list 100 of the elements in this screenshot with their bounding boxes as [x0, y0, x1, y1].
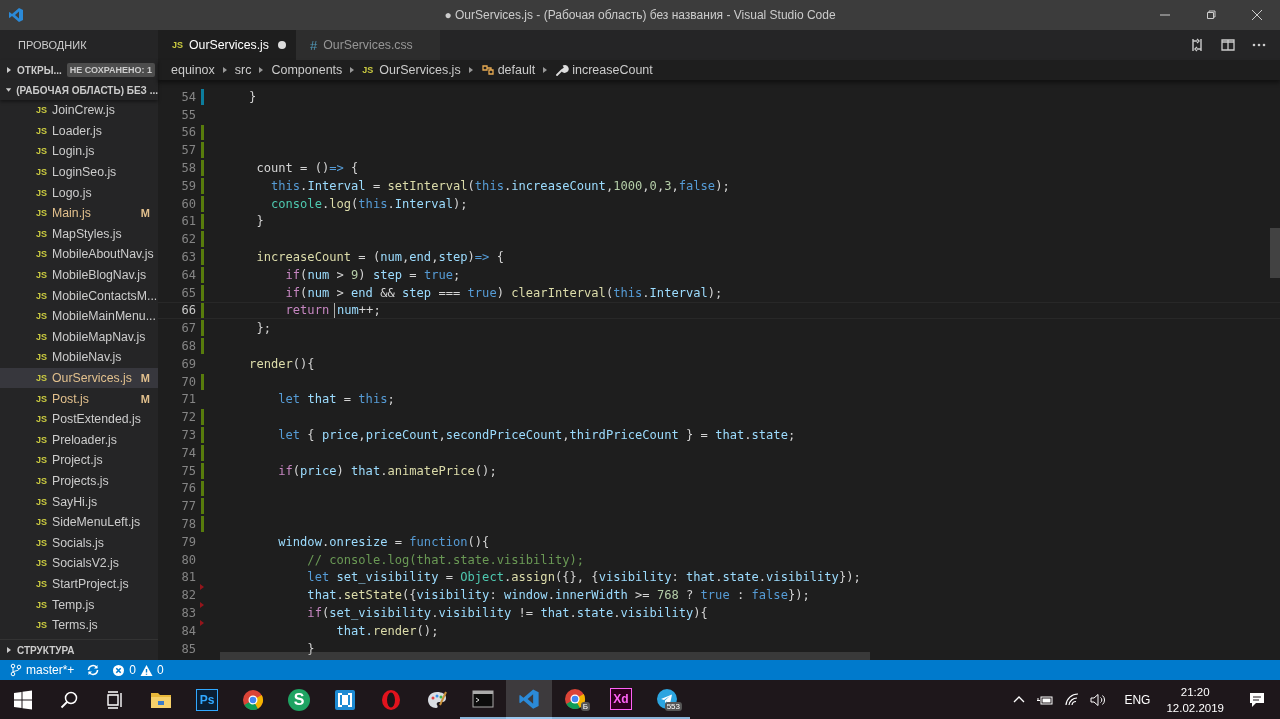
file-item[interactable]: JS Post.js M — [0, 388, 158, 409]
editor-tab[interactable]: JS OurServices.js — [158, 30, 296, 60]
line-number: 75 — [180, 463, 196, 478]
file-item[interactable]: JS StartProject.js — [0, 573, 158, 595]
language-indicator[interactable]: ENG — [1124, 692, 1151, 707]
branch-icon — [10, 663, 22, 677]
outline-section[interactable]: СТРУКТУРА — [17, 644, 75, 656]
error-icon — [112, 663, 126, 677]
breadcrumb-item[interactable]: equinox — [171, 63, 215, 77]
code-line: }; — [255, 321, 271, 336]
code-line: } — [255, 214, 264, 229]
compare-changes-icon[interactable] — [1189, 37, 1205, 53]
line-number: 60 — [180, 196, 196, 211]
split-editor-icon[interactable] — [1220, 37, 1236, 53]
line-number: 72 — [180, 410, 196, 425]
breadcrumb-item[interactable]: JS OurServices.js — [362, 63, 461, 77]
line-number: 64 — [180, 267, 196, 282]
file-item[interactable]: JS Temp.js — [0, 594, 158, 615]
file-item[interactable]: JS SayHi.js — [0, 491, 158, 512]
code-line: if(price) that.animatePrice(); — [277, 463, 497, 478]
taskbar-app[interactable] — [506, 680, 552, 719]
file-item[interactable]: JS MobileAboutNav.js — [0, 244, 158, 265]
s-app-icon: S — [288, 688, 310, 711]
branch-status[interactable]: master*+ — [10, 663, 75, 677]
chevron-icon[interactable] — [5, 66, 13, 74]
code-line: that.render(); — [335, 623, 439, 638]
file-item[interactable]: JS MobileBlogNav.js — [0, 264, 158, 286]
code-line: render(){ — [248, 356, 315, 371]
code-line: that.setState({visibility: window.innerWidth >= 768 ? true : false}); — [306, 588, 810, 603]
chrome-icon — [564, 687, 586, 710]
code-line: } — [306, 641, 315, 656]
code-line: window.onresize = function(){ — [277, 534, 490, 549]
taskbar-app[interactable]: Б — [552, 680, 598, 719]
clock-date[interactable]: 12.02.2019 — [1166, 699, 1224, 716]
file-item[interactable]: JS Loader.js — [0, 120, 158, 142]
file-item[interactable]: JS SideMenuLeft.js — [0, 511, 158, 533]
file-item[interactable]: JS Terms.js — [0, 614, 158, 636]
photoshop-icon: Ps — [196, 688, 218, 711]
opera-icon — [380, 688, 402, 711]
chevron-icon[interactable] — [5, 646, 13, 654]
line-number: 82 — [180, 588, 196, 603]
taskbar-app[interactable]: Ps — [184, 680, 230, 719]
file-item[interactable]: JS MobileMainMenu... — [0, 305, 158, 327]
code-line: let that = this; — [277, 392, 395, 407]
line-number: 61 — [180, 214, 196, 229]
file-item[interactable]: JS PostExtended.js — [0, 408, 158, 430]
clock-time[interactable]: 21:20 — [1180, 683, 1210, 700]
line-number: 71 — [180, 392, 196, 407]
file-item[interactable]: JS JoinCrew.js — [0, 100, 158, 121]
brackets-icon — [334, 688, 356, 711]
file-item[interactable]: JS OurServices.js M — [0, 367, 158, 389]
window-title: ● OurServices.js - (Рабочая область) без названия - Visual Studio Code — [443, 8, 837, 22]
file-item[interactable]: JS MobileContactsM... — [0, 285, 158, 306]
explorer-title: ПРОВОДНИК — [17, 38, 88, 53]
file-item[interactable]: JS MobileNav.js — [0, 347, 158, 368]
restore-icon[interactable] — [1205, 9, 1217, 21]
editor-tab[interactable]: # OurServices.css — [296, 30, 440, 60]
breadcrumb-item[interactable]: Components — [271, 63, 343, 77]
vscode-icon — [518, 687, 540, 710]
line-number: 84 — [180, 623, 196, 638]
class-icon — [480, 63, 495, 77]
file-item[interactable]: JS Socials.js — [0, 532, 158, 554]
line-number: 65 — [180, 285, 196, 300]
file-item[interactable]: JS Login.js — [0, 141, 158, 162]
wifi-icon[interactable] — [1064, 692, 1081, 707]
line-number: 54 — [180, 89, 196, 104]
scrollbar-thumb[interactable] — [1270, 228, 1280, 278]
file-item[interactable]: JS Projects.js — [0, 470, 158, 492]
taskbar-app[interactable]: 553 — [644, 680, 690, 719]
open-editors-section[interactable]: ОТКРЫ... — [17, 64, 62, 76]
file-item[interactable]: JS Preloader.js — [0, 429, 158, 451]
line-number: 62 — [180, 232, 196, 247]
line-number: 55 — [180, 107, 196, 122]
breadcrumb-item[interactable]: increaseCount — [555, 63, 653, 77]
code-line: let set_visibility = Object.assign({}, {visibility: that.state.visibility}); — [306, 570, 861, 585]
code-line: increaseCount = (num,end,step)=> { — [255, 250, 504, 265]
sync-icon[interactable] — [86, 663, 101, 677]
breadcrumb-item[interactable]: src — [234, 63, 252, 77]
file-item[interactable]: JS Project.js — [0, 450, 158, 471]
line-number: 80 — [180, 552, 196, 567]
file-item[interactable]: JS SocialsV2.js — [0, 553, 158, 574]
breadcrumb-item[interactable]: default — [480, 63, 536, 77]
warning-icon — [140, 663, 154, 677]
chevron-icon[interactable] — [4, 86, 13, 94]
close-icon[interactable] — [1251, 9, 1263, 21]
problems-status[interactable]: 0 0 — [112, 663, 164, 677]
code-line: if(num > end && step === true) clearInterval(this.Interval); — [284, 285, 723, 300]
terminal-icon — [472, 688, 494, 709]
file-item[interactable]: JS LoginSeo.js — [0, 161, 158, 183]
file-item[interactable]: JS Logo.js — [0, 182, 158, 203]
line-number: 74 — [180, 445, 196, 460]
file-item[interactable]: JS MobileMapNav.js — [0, 326, 158, 348]
taskbar-app[interactable]: Xd — [598, 680, 644, 719]
chevron-icon — [349, 66, 356, 74]
file-item[interactable]: JS Main.js M — [0, 202, 158, 224]
notifications-icon[interactable] — [1248, 690, 1266, 709]
chevron-icon — [467, 66, 474, 74]
vscode-logo-icon — [8, 7, 24, 23]
file-item[interactable]: JS MapStyles.js — [0, 223, 158, 245]
unsaved-badge: НЕ СОХРАНЕНО: 1 — [66, 63, 155, 77]
